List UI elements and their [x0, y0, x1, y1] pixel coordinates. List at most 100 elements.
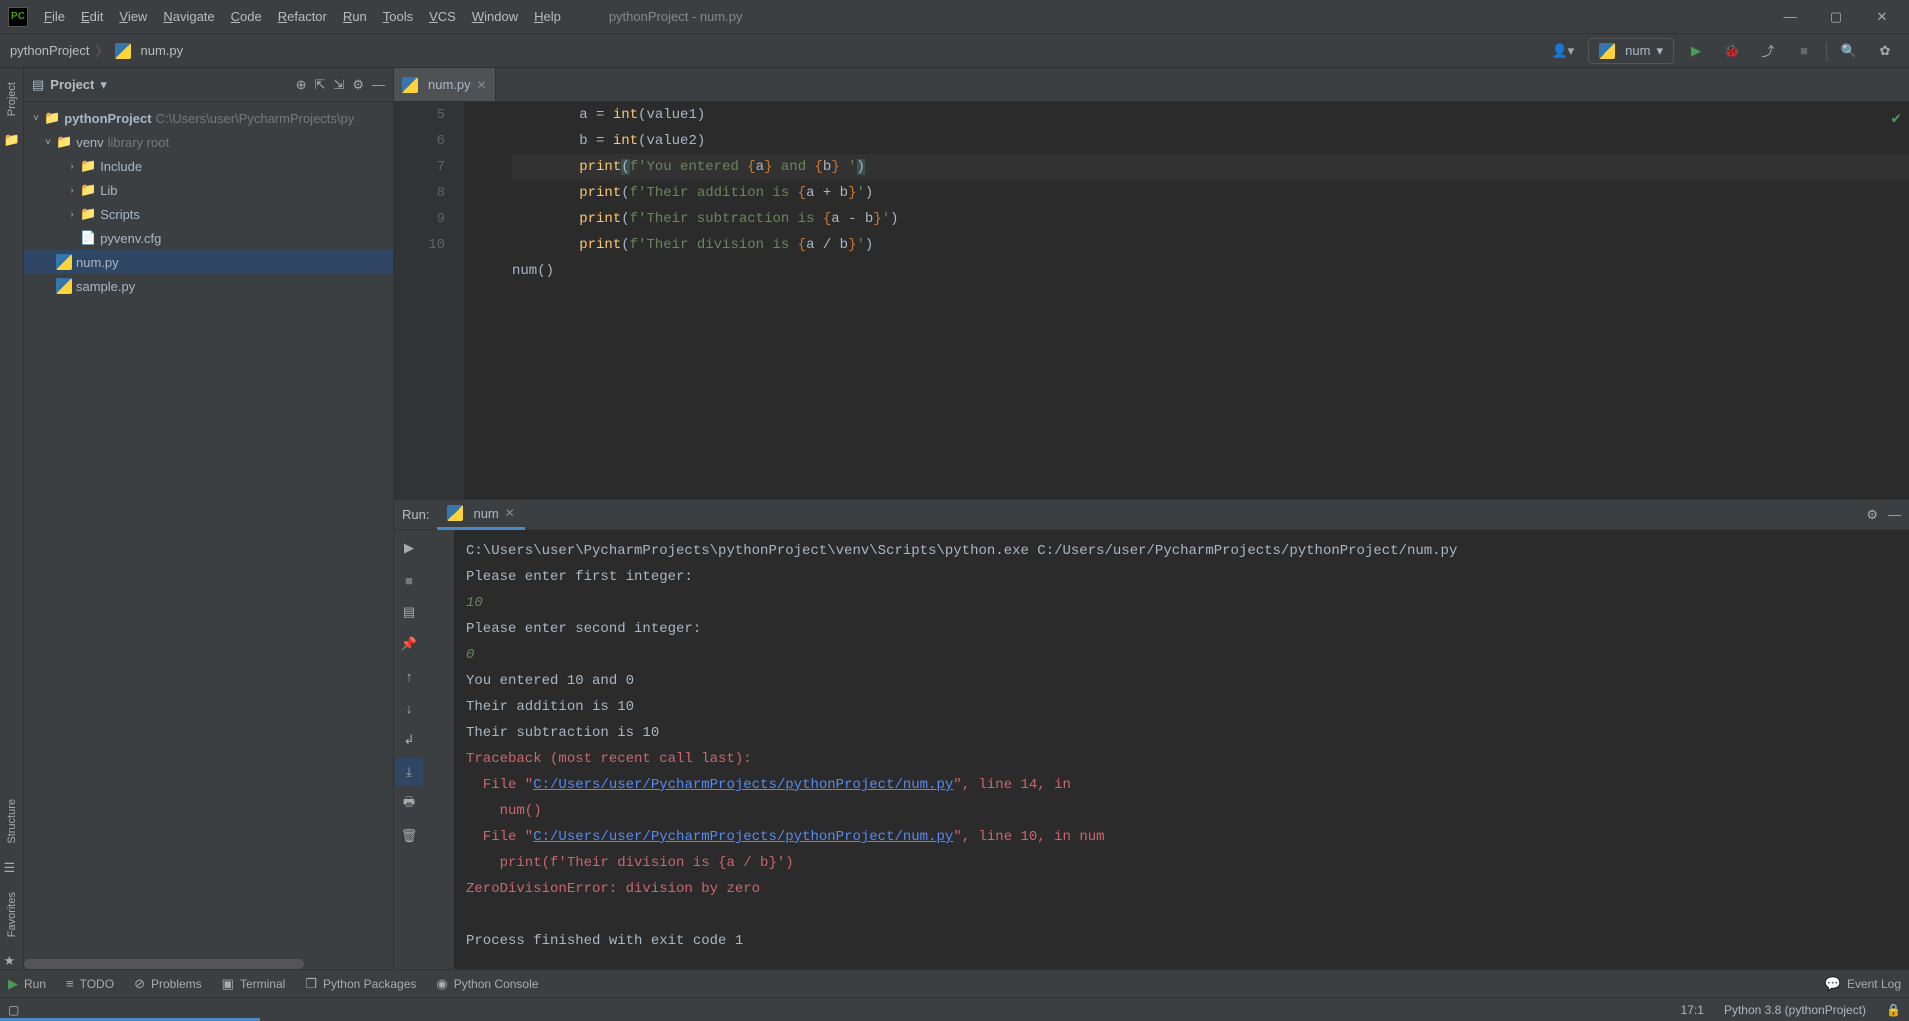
tree-file[interactable]: num.py — [24, 250, 393, 274]
python-icon — [447, 505, 463, 521]
bottom-tab-terminal[interactable]: ▣Terminal — [222, 976, 286, 992]
rail-structure[interactable]: Structure — [4, 791, 20, 852]
star-icon[interactable]: ★ — [4, 953, 20, 969]
tree-item[interactable]: ›📁Scripts — [24, 202, 393, 226]
user-icon[interactable]: 👤▾ — [1545, 43, 1580, 59]
run-tool-window: Run: num ✕ ⚙ — ▶ ■ ▤ 📌 — [394, 499, 1909, 969]
run-button[interactable]: ▶ — [1682, 37, 1710, 65]
run-config-dropdown[interactable]: num ▾ — [1588, 38, 1674, 64]
rail-project[interactable]: Project — [4, 74, 20, 124]
up-icon[interactable]: ↑ — [395, 662, 423, 690]
tree-root[interactable]: ˅ 📁 pythonProject C:\Users\user\PycharmP… — [24, 106, 393, 130]
clear-button[interactable]: 🗑 — [395, 822, 423, 850]
maximize-button[interactable]: ▢ — [1813, 0, 1859, 34]
interpreter-label[interactable]: Python 3.8 (pythonProject) — [1724, 1003, 1866, 1017]
close-icon[interactable]: ✕ — [505, 506, 515, 520]
tool-windows-button[interactable]: ▢ — [8, 1003, 19, 1017]
bottom-tab-run[interactable]: ▶Run — [8, 976, 46, 992]
menu-vcs[interactable]: VCS — [421, 0, 464, 34]
collapse-icon[interactable]: ⇲ — [333, 77, 344, 93]
chevron-down-icon[interactable]: ˅ — [40, 137, 56, 148]
folder-icon: 📁 — [80, 158, 96, 174]
scrollbar[interactable] — [24, 959, 393, 969]
tree-venv[interactable]: ˅ 📁 venv library root — [24, 130, 393, 154]
code-area[interactable]: a = int(value1) b = int(value2) print(f'… — [464, 102, 1909, 499]
structure-icon[interactable]: ☰ — [4, 860, 20, 876]
locate-icon[interactable]: ⊕ — [296, 77, 307, 93]
tree-item[interactable]: 📄pyvenv.cfg — [24, 226, 393, 250]
layout-button[interactable]: ▤ — [395, 598, 423, 626]
tree-file[interactable]: sample.py — [24, 274, 393, 298]
scroll-to-end-button[interactable]: ⤓ — [395, 758, 423, 786]
minimize-icon[interactable]: — — [1888, 507, 1901, 523]
rail-favorites[interactable]: Favorites — [4, 884, 20, 945]
folder-icon: 📁 — [80, 182, 96, 198]
chevron-down-icon[interactable]: ˅ — [28, 113, 44, 124]
menu-refactor[interactable]: Refactor — [270, 0, 335, 34]
tree-item[interactable]: ›📁Include — [24, 154, 393, 178]
editor[interactable]: 5678910 a = int(value1) b = int(value2) … — [394, 102, 1909, 499]
menu-view[interactable]: View — [111, 0, 155, 34]
event-log-button[interactable]: 💬Event Log — [1825, 976, 1901, 992]
bottom-tab-todo[interactable]: ≡TODO — [66, 976, 114, 991]
chevron-right-icon[interactable]: › — [64, 185, 80, 196]
run-tab[interactable]: num ✕ — [437, 500, 524, 530]
chevron-down-icon[interactable]: ▾ — [100, 77, 107, 93]
editor-tab[interactable]: num.py ✕ — [394, 68, 496, 101]
tree-label: sample.py — [76, 279, 135, 294]
tab-label: num.py — [428, 77, 471, 92]
chevron-right-icon[interactable]: › — [64, 161, 80, 172]
soft-wrap-button[interactable]: ↲ — [395, 726, 423, 754]
menu-code[interactable]: Code — [223, 0, 270, 34]
main-menu: FileEditViewNavigateCodeRefactorRunTools… — [36, 0, 569, 34]
stop-button[interactable]: ■ — [1790, 37, 1818, 65]
gear-icon[interactable]: ⚙ — [1866, 507, 1878, 523]
project-panel-title[interactable]: Project — [50, 77, 94, 92]
menu-window[interactable]: Window — [464, 0, 526, 34]
packages-icon: ❒ — [305, 976, 317, 992]
run-output[interactable]: C:\Users\user\PycharmProjects\pythonProj… — [454, 530, 1909, 969]
menu-edit[interactable]: Edit — [73, 0, 111, 34]
pin-button[interactable]: 📌 — [395, 630, 423, 658]
crumb-file[interactable]: num.py — [141, 43, 184, 58]
menu-navigate[interactable]: Navigate — [155, 0, 222, 34]
stop-button[interactable]: ■ — [395, 566, 423, 594]
menu-run[interactable]: Run — [335, 0, 375, 34]
status-bar: ▢ 17:1 Python 3.8 (pythonProject) 🔒 — [0, 997, 1909, 1021]
bottom-tab-packages[interactable]: ❒Python Packages — [305, 976, 416, 992]
file-link[interactable]: C:/Users/user/PycharmProjects/pythonProj… — [533, 829, 953, 845]
minimize-button[interactable]: — — [1767, 0, 1813, 34]
project-tool-window: ▤ Project ▾ ⊕ ⇱ ⇲ ⚙ — ˅ 📁 pythonProject … — [24, 68, 394, 969]
run-with-coverage-button[interactable]: ⤴ — [1754, 37, 1782, 65]
close-button[interactable]: ✕ — [1859, 0, 1905, 34]
menu-file[interactable]: File — [36, 0, 73, 34]
expand-icon[interactable]: ⇱ — [315, 77, 326, 93]
print-button[interactable]: 🖶 — [395, 790, 423, 818]
bottom-tab-problems[interactable]: ⊘Problems — [134, 976, 202, 992]
bottom-tab-python-console[interactable]: ◉Python Console — [436, 976, 538, 992]
folder-icon[interactable]: 📁 — [4, 132, 20, 148]
run-config-label: num — [1625, 43, 1650, 58]
down-icon[interactable]: ↓ — [395, 694, 423, 722]
close-icon[interactable]: ✕ — [477, 78, 487, 92]
menu-tools[interactable]: Tools — [375, 0, 421, 34]
app-icon: PC — [8, 7, 28, 27]
python-icon — [56, 278, 72, 294]
check-icon[interactable]: ✔ — [1891, 106, 1901, 132]
search-button[interactable]: 🔍 — [1835, 37, 1863, 65]
gear-icon[interactable]: ⚙ — [352, 77, 364, 93]
menu-help[interactable]: Help — [526, 0, 569, 34]
caret-position[interactable]: 17:1 — [1681, 1003, 1704, 1017]
python-console-icon: ◉ — [436, 976, 447, 992]
settings-button[interactable]: ✿ — [1871, 37, 1899, 65]
lock-icon[interactable]: 🔒 — [1886, 1003, 1901, 1017]
file-link[interactable]: C:/Users/user/PycharmProjects/pythonProj… — [533, 777, 953, 793]
minimize-icon[interactable]: — — [372, 77, 385, 93]
tree-item[interactable]: ›📁Lib — [24, 178, 393, 202]
crumb-root[interactable]: pythonProject — [10, 43, 90, 58]
chevron-right-icon[interactable]: › — [64, 209, 80, 220]
rerun-button[interactable]: ▶ — [395, 534, 423, 562]
run-toolbar: ▶ ■ ▤ 📌 ↑ ↓ ↲ ⤓ 🖶 🗑 — [394, 530, 454, 969]
editor-tabs: num.py ✕ — [394, 68, 1909, 102]
debug-button[interactable]: 🐞 — [1718, 37, 1746, 65]
